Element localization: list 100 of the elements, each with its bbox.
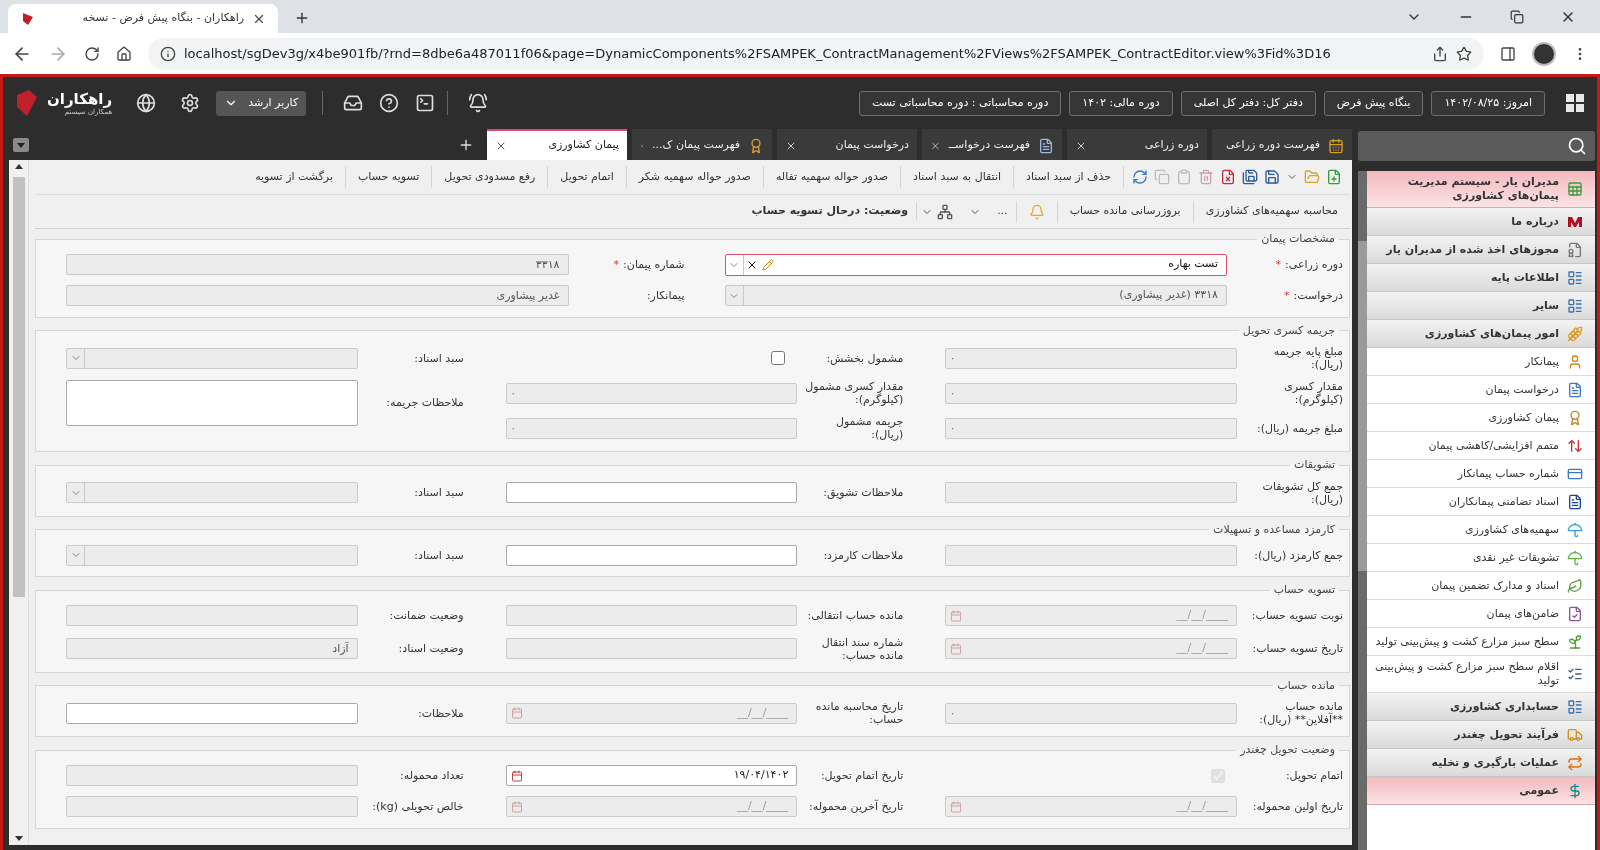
field-label: وضعیت اسناد: <box>397 642 464 655</box>
logo-icon <box>15 89 39 117</box>
text-field[interactable] <box>505 482 798 503</box>
section-title: وضعیت تحویل چغندر <box>1238 742 1336 758</box>
info-chip[interactable]: دوره محاسباتی : دوره محاسباتی تست <box>858 90 1062 116</box>
inbox-icon[interactable] <box>343 93 364 113</box>
field-label: دوره زراعی: * <box>1274 258 1343 271</box>
info-chip[interactable]: بنگاه پیش فرض <box>1323 90 1424 116</box>
sync-icon[interactable] <box>1132 169 1148 185</box>
new-file-icon[interactable] <box>1326 169 1342 185</box>
info-chip[interactable]: امروز: ۱۴۰۲/۰۸/۲۵ <box>1431 90 1545 116</box>
toolbar-button[interactable]: محاسبه سهمیه‌های کشاورزی <box>1192 200 1350 223</box>
bookmark-icon[interactable] <box>1456 45 1472 62</box>
spreadsheet-icon <box>1567 181 1583 197</box>
document-tab[interactable]: پیمان کشاورزی <box>487 129 627 160</box>
settings-icon[interactable] <box>180 93 201 113</box>
toolbar-button[interactable]: حذف از سبد اسناد <box>1014 166 1124 188</box>
document-tab[interactable]: فهرست دوره زراعی <box>1212 129 1352 160</box>
home-icon[interactable] <box>116 45 132 62</box>
help-icon[interactable] <box>379 93 400 113</box>
field-label: اتمام تحویل: <box>1284 769 1343 782</box>
file-delete-icon[interactable] <box>1220 169 1236 185</box>
money-icon <box>1567 782 1583 799</box>
sidebar-item[interactable]: مدیران یار - سیستم مدیریت پیمان‌های کشاورزی <box>1367 171 1595 208</box>
date-field[interactable]: ۱۹/۰۴/۱۴۰۲ <box>505 765 798 786</box>
sidebar-item[interactable]: مجوزهای اخذ شده از مدیران یار <box>1367 236 1595 264</box>
user-dropdown[interactable]: کاربر ارشد <box>216 90 307 116</box>
field-label: سبد اسناد: <box>413 486 464 499</box>
field-label: مشمول بخشش: <box>825 351 904 365</box>
sidebar-item[interactable]: حسابداری کشاورزی <box>1367 693 1595 721</box>
document-tab[interactable]: فهرست درخواســ <box>922 129 1062 160</box>
sidebar-item[interactable]: درباره ما <box>1367 208 1595 236</box>
sidebar-item[interactable]: فرآیند تحویل چغندر <box>1367 721 1595 749</box>
sidebar-item[interactable]: اطلاعات پایه <box>1367 264 1595 292</box>
field-label: وضعیت ضمانت: <box>388 609 464 622</box>
wheat-icon <box>1567 325 1583 342</box>
field-label: تعداد محموله: <box>399 769 464 782</box>
umbrella-icon <box>1567 549 1583 566</box>
toolbar-button[interactable]: انتقال به سبد اسناد <box>901 166 1014 188</box>
document-icon <box>1567 493 1583 510</box>
list-icon <box>1567 269 1583 286</box>
toolbar-button[interactable]: بروزرسانی مانده حساب <box>1056 200 1193 223</box>
apps-grid-icon[interactable] <box>1565 93 1585 113</box>
checkbox[interactable] <box>771 351 786 365</box>
profile-avatar[interactable] <box>1532 41 1556 66</box>
document-tab[interactable]: درخواست پیمان <box>777 129 917 160</box>
side-panel-icon[interactable] <box>1500 45 1516 62</box>
bell-icon[interactable] <box>468 93 489 113</box>
restore-icon[interactable] <box>1510 10 1524 24</box>
app-favicon <box>20 10 36 27</box>
share-icon[interactable] <box>1432 45 1448 62</box>
new-tab-icon[interactable] <box>294 10 310 26</box>
toolbar-button[interactable]: تسویه حساب <box>346 166 433 188</box>
more-button[interactable]: ... <box>989 200 1017 223</box>
tabs-menu-button[interactable] <box>13 138 29 152</box>
sidebar-item[interactable]: عمومی <box>1367 777 1595 805</box>
field-label: خالص تحویلی (kg): <box>371 800 464 813</box>
field-label: جمع کل تشویقات (ریال): <box>1261 479 1343 506</box>
search-icon[interactable] <box>1567 136 1587 156</box>
sidebar-item[interactable]: سایر <box>1367 292 1595 320</box>
info-icon[interactable] <box>160 45 176 62</box>
scroll-down-icon[interactable] <box>14 836 23 841</box>
toolbar-button[interactable]: رفع مسدودی تحویل <box>432 166 549 188</box>
address-bar[interactable]: localhost/sgDev3g/x4be901fb/?rnd=8dbe6a487011f06&page=DynamicComponents%2FSAMPEK_ContractManagement%2FViews%2FSAMPEK_ContractEditor.view%3Fid%3D16 <box>148 37 1484 70</box>
document-tab[interactable]: فهرست پیمان ک... <box>632 129 772 160</box>
globe-icon[interactable] <box>136 93 157 113</box>
sidebar-item[interactable]: امور پیمان‌های کشاورزی <box>1367 320 1595 348</box>
hierarchy-icon[interactable] <box>937 203 954 220</box>
text-field[interactable] <box>505 544 798 566</box>
lookup-field[interactable]: تست بهاره <box>724 253 1227 276</box>
clipboard-icon[interactable] <box>1176 169 1192 185</box>
document-icon <box>1567 605 1583 622</box>
calendar-icon <box>1328 137 1344 154</box>
toolbar-button[interactable]: صدور حواله سهمیه شکر <box>626 166 764 188</box>
field-label: شماره سند انتقال مانده حساب: <box>820 635 904 662</box>
notes-field[interactable] <box>66 380 358 426</box>
field-label: درخواست: * <box>1283 289 1343 302</box>
field-label: تاریخ اتمام تحویل: <box>819 769 904 782</box>
text-field[interactable] <box>66 702 358 724</box>
certificate-icon <box>748 137 764 154</box>
reload-icon[interactable] <box>84 45 100 62</box>
save-icon[interactable] <box>1264 169 1280 185</box>
toolbar-button[interactable]: اتمام تحویل <box>548 166 627 188</box>
scroll-up-icon[interactable] <box>14 164 23 169</box>
toolbar-button[interactable]: صدور حواله سهمیه تفاله <box>763 166 902 188</box>
document-tab[interactable]: دوره زراعی <box>1067 129 1207 160</box>
scrollbar[interactable] <box>1358 171 1367 850</box>
sidebar-item[interactable]: عملیات بارگیری و تخلیه <box>1367 749 1595 777</box>
field-label: مانده حساب انتقالی: <box>806 609 904 622</box>
info-chip[interactable]: دفتر کل: دفتر کل اصلی <box>1180 90 1316 116</box>
toolbar-button[interactable]: برگشت از تسویه <box>243 166 346 188</box>
terminal-icon[interactable] <box>415 93 436 113</box>
info-chip[interactable]: دوره مالی: ۱۴۰۲ <box>1069 90 1173 116</box>
add-tab-icon[interactable] <box>458 137 474 153</box>
calendar-icon[interactable] <box>510 769 523 782</box>
save-all-icon[interactable] <box>1242 169 1258 185</box>
search-field[interactable] <box>1358 131 1595 161</box>
document-icon <box>1567 381 1583 398</box>
browser-tab[interactable]: راهکاران - بنگاه پیش فرض - نسخه <box>8 4 278 33</box>
section-title: تشویقات <box>1293 457 1336 473</box>
